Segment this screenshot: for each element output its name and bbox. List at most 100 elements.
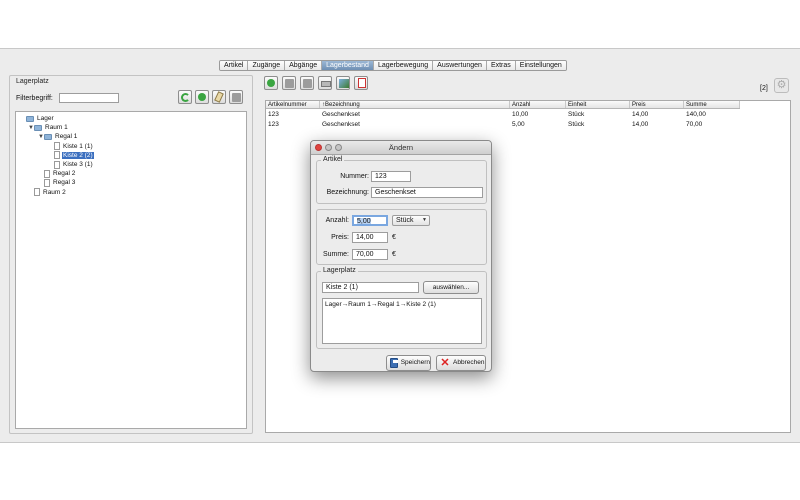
tree-item[interactable]: Regal 2 [38,169,76,178]
delete-icon[interactable] [229,90,243,104]
tree-item[interactable]: ▼ Regal 1 [38,132,78,141]
chevron-down-icon: ▼ [422,217,427,223]
tab-abgänge[interactable]: Abgänge [285,61,323,70]
tree-item-label: Lager [37,115,54,122]
dialog-titlebar[interactable]: Ändern [311,141,491,155]
close-icon: ✕ [440,357,450,369]
tree-item[interactable]: Lager [20,114,55,123]
column-header[interactable]: Einheit [566,101,630,108]
anzahl-value: 5,00 [357,218,371,225]
document-icon [34,188,40,197]
tab-extras[interactable]: Extras [486,61,516,70]
summe-field[interactable]: 70,00 [352,249,388,260]
lagerplatz-field[interactable]: Kiste 2 (1) [322,282,419,293]
lagerplatz-group: Lagerplatz Kiste 2 (1) auswählen... Lage… [316,267,487,349]
stock-toolbar [264,76,368,90]
filter-label: Filterbegriff: [16,95,53,102]
table-row[interactable]: 123 Geschenkset 5,00 Stück 14,00 70,00 [266,120,740,129]
tab-artikel[interactable]: Artikel [220,61,249,70]
document-icon [44,169,50,178]
table-cell: 14,00 [632,121,649,128]
column-header[interactable]: Anzahl [510,101,566,108]
bezeichnung-field[interactable]: Geschenkset [371,187,483,198]
tree-item[interactable]: Kiste 3 (1) [48,160,94,169]
window-controls [315,144,342,151]
document-icon [44,178,50,187]
preis-label: Preis: [331,234,349,241]
save-button[interactable]: Speichern [386,355,431,371]
artikel-group: Artikel Nummer: 123 Bezeichnung: Geschen… [316,156,487,204]
tab-einstellungen[interactable]: Einstellungen [515,61,566,70]
tree-item-label: Regal 3 [53,179,76,187]
folder-icon [34,124,42,131]
print-icon[interactable] [318,76,332,90]
row-count: [2] [760,85,768,92]
table-cell: 123 [268,111,279,118]
folder-icon [44,133,52,140]
close-icon[interactable] [315,144,322,151]
zoom-icon[interactable] [335,144,342,151]
tab-auswertungen[interactable]: Auswertungen [433,61,487,70]
cancel-label: Abbrechen [453,359,485,366]
summe-label: Summe: [322,251,349,258]
gear-icon[interactable]: ⚙ [774,78,789,93]
preis-unit: € [392,234,396,241]
column-header[interactable]: ↑Bezeichnung [320,101,510,108]
delete-icon[interactable] [282,76,296,90]
save-label: Speichern [400,359,430,366]
add-icon[interactable] [264,76,278,90]
table-cell: 140,00 [686,111,706,118]
copy-icon[interactable] [300,76,314,90]
table-header: Artikelnummer ↑Bezeichnung Anzahl Einhei… [266,101,740,109]
nummer-field[interactable]: 123 [371,171,411,182]
minimize-icon[interactable] [325,144,332,151]
main-tabs: Artikel Zugänge Abgänge Lagerbestand Lagerbe… [219,60,567,71]
tree-item-label: Raum 1 [45,124,68,132]
document-icon [54,142,60,151]
add-icon[interactable] [195,90,209,104]
anzahl-field[interactable]: 5,00 [352,215,388,226]
tree-item[interactable]: Kiste 2 (2) [48,151,94,160]
summe-unit: € [392,251,396,258]
tree-item[interactable]: Kiste 1 (1) [48,142,94,151]
group-title: Artikel [321,156,345,163]
choose-button[interactable]: auswählen... [423,281,479,294]
preis-field[interactable]: 14,00 [352,232,388,243]
document-icon [54,160,60,169]
folder-icon [26,115,34,122]
tree-item-label: Kiste 1 (1) [63,142,93,150]
location-tree: Lager ▼ Raum 1 ▼ Regal 1 Kiste 1 (1) Kiste 2 (… [15,111,247,429]
tree-item[interactable]: ▼ Raum 1 [28,123,69,132]
group-title: Lagerplatz [321,267,358,274]
tree-item[interactable]: Regal 3 [38,178,76,187]
table-cell: 10,00 [512,111,529,118]
einheit-select[interactable]: Stück ▼ [392,215,430,226]
tree-toolbar [178,90,243,104]
cancel-button[interactable]: ✕ Abbrechen [436,355,486,371]
export-icon[interactable] [336,76,350,90]
table-cell: Geschenkset [322,121,360,128]
table-cell: 123 [268,121,279,128]
refresh-icon[interactable] [178,90,192,104]
tab-lagerbestand[interactable]: Lagerbestand [322,61,374,70]
lagerplatz-panel: Lagerplatz Filterbegriff: Lager ▼ Raum 1 ▼ R… [9,75,253,434]
document-icon [54,151,60,160]
column-header[interactable]: Preis [630,101,684,108]
filter-input[interactable] [59,93,119,103]
tab-lagerbewegung[interactable]: Lagerbewegung [373,61,434,70]
tree-item[interactable]: Raum 2 [28,188,67,197]
menge-group: Anzahl: 5,00 Stück ▼ Preis: 14,00 € Summ… [316,209,487,265]
column-header[interactable]: Artikelnummer [266,101,320,108]
column-header[interactable]: Summe [684,101,740,108]
tab-zugänge[interactable]: Zugänge [248,61,286,70]
tree-item-label: Regal 1 [55,133,78,141]
tree-item-label: Regal 2 [53,170,76,178]
pdf-icon[interactable] [354,76,368,90]
edit-icon[interactable] [212,90,226,104]
table-cell: 70,00 [686,121,703,128]
table-cell: Stück [568,121,585,128]
table-row[interactable]: 123 Geschenkset 10,00 Stück 14,00 140,00 [266,110,740,119]
path-textarea[interactable]: Lager→Raum 1→Regal 1→Kiste 2 (1) [322,298,482,344]
panel-title: Lagerplatz [16,78,49,85]
table-cell: Stück [568,111,585,118]
